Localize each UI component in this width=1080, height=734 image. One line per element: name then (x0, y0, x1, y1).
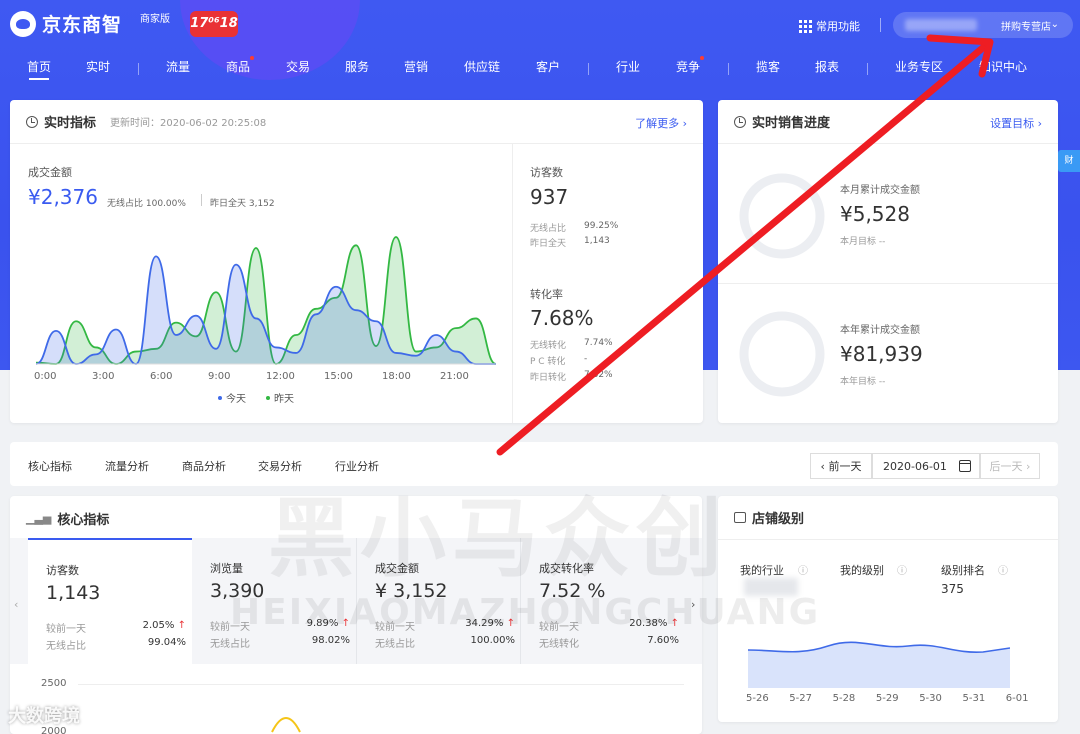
annotation-arrow (496, 34, 994, 456)
